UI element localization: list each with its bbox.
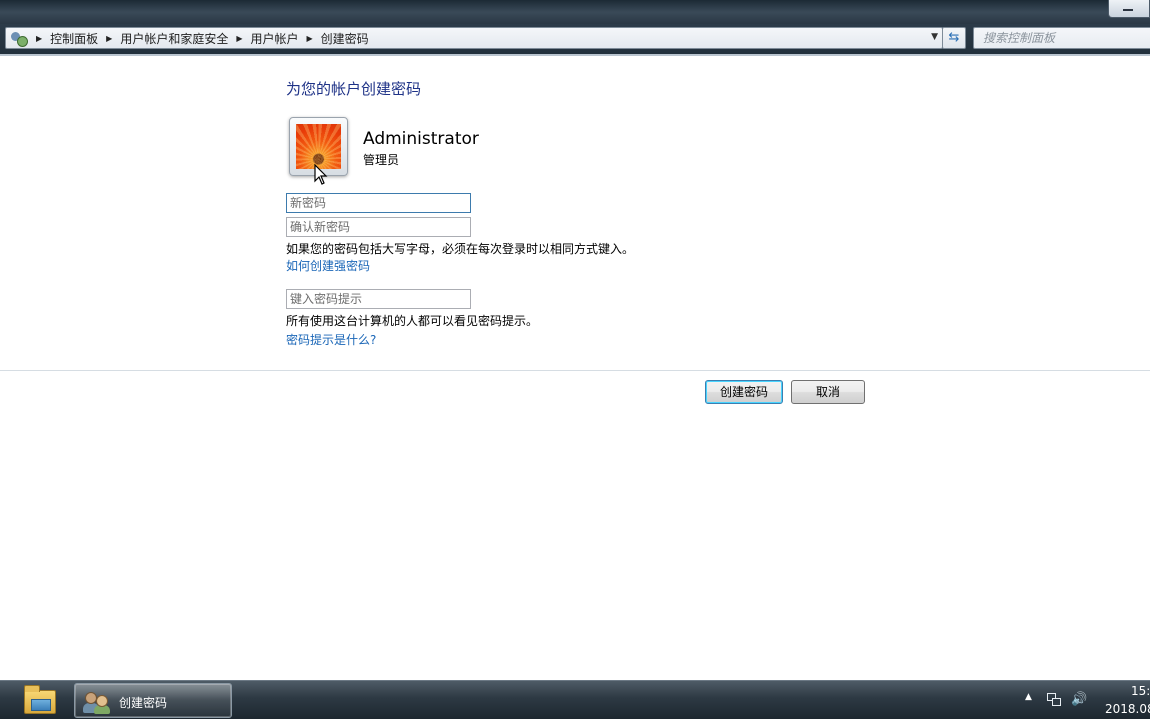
caps-lock-note: 如果您的密码包括大写字母，必须在每次登录时以相同方式键入。	[286, 242, 635, 256]
confirm-password-field[interactable]	[286, 217, 471, 237]
clock-date[interactable]: 2018.08	[1105, 702, 1150, 716]
refresh-icon[interactable]: ⇆	[942, 27, 966, 49]
breadcrumb-arrow-icon[interactable]: ▶	[36, 34, 42, 43]
control-panel-icon	[10, 30, 28, 47]
address-bar-area: ▶ 控制面板 ▶ 用户帐户和家庭安全 ▶ 用户帐户 ▶ 创建密码 ▼ ⇆ 搜索控…	[0, 24, 1150, 54]
strong-password-link[interactable]: 如何创建强密码	[286, 257, 370, 274]
page-title: 为您的帐户创建密码	[286, 80, 422, 98]
flower-picture	[296, 124, 341, 169]
network-icon[interactable]	[1047, 693, 1063, 707]
password-hint-field[interactable]	[286, 289, 471, 309]
folder-icon	[24, 685, 56, 714]
new-password-field[interactable]	[286, 193, 471, 213]
content-divider	[0, 370, 1150, 371]
taskbar-window-label: 创建密码	[119, 696, 168, 710]
chevron-down-icon[interactable]: ▼	[931, 32, 938, 42]
taskbar-explorer-button[interactable]	[20, 684, 60, 718]
breadcrumb-item-user-accounts-family-safety[interactable]: 用户帐户和家庭安全	[120, 30, 228, 47]
create-password-button[interactable]: 创建密码	[705, 380, 783, 404]
breadcrumb-item-control-panel[interactable]: 控制面板	[50, 30, 98, 47]
breadcrumb-arrow-icon[interactable]: ▶	[236, 34, 242, 43]
password-hint-link[interactable]: 密码提示是什么?	[286, 331, 376, 348]
volume-icon[interactable]: 🔊	[1071, 692, 1087, 707]
window-title-bar	[0, 0, 1150, 24]
user-role: 管理员	[363, 153, 400, 167]
user-name: Administrator	[363, 129, 479, 149]
search-input[interactable]: 搜索控制面板	[973, 27, 1150, 49]
cancel-button[interactable]: 取消	[791, 380, 865, 404]
breadcrumb-arrow-icon[interactable]: ▶	[106, 34, 112, 43]
address-bar[interactable]: ▶ 控制面板 ▶ 用户帐户和家庭安全 ▶ 用户帐户 ▶ 创建密码 ▼	[5, 27, 943, 49]
breadcrumb-item-user-accounts[interactable]: 用户帐户	[251, 30, 299, 47]
clock-time[interactable]: 15:	[1131, 684, 1150, 698]
show-hidden-icons-icon[interactable]: ▲	[1025, 692, 1032, 702]
minimize-button[interactable]	[1108, 0, 1150, 18]
breadcrumb-item-create-password[interactable]: 创建密码	[321, 30, 369, 47]
breadcrumb-arrow-icon[interactable]: ▶	[307, 34, 313, 43]
taskbar-window-button[interactable]: 创建密码	[74, 683, 232, 718]
toolbar-divider	[0, 54, 1150, 56]
taskbar: 创建密码	[0, 680, 1150, 719]
password-hint-note: 所有使用这台计算机的人都可以看见密码提示。	[286, 314, 539, 328]
users-icon	[83, 690, 111, 714]
